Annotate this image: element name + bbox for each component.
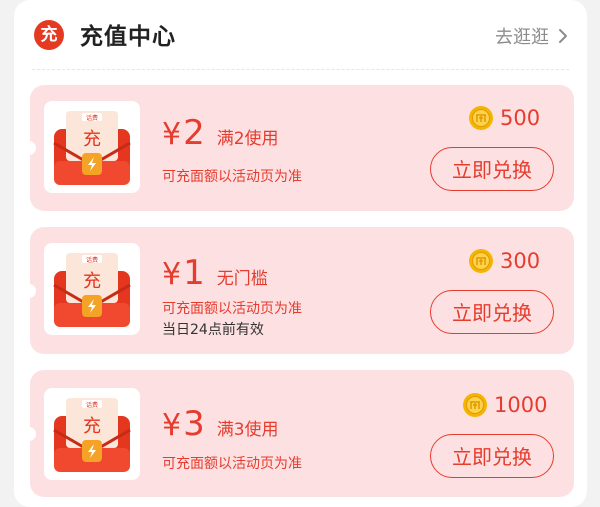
usage-condition: 满2使用 [216,129,279,149]
browse-link-label: 去逛逛 [495,27,549,48]
coupon-description: 可充面额以活动页为准 [162,301,302,317]
coin-price: 500 [468,105,540,131]
redeem-button[interactable]: 立即兑换 [430,147,554,191]
coin-price: 1000 [462,392,547,418]
validity-note: 当日24点前有效 [162,322,264,338]
browse-link[interactable]: 去逛逛 [495,23,569,49]
coupon-card: 话费 充 ¥ 2 满2使用 可充面额以活动页为准 500 立即兑换 [30,85,574,211]
thumb-tag: 话费 [86,256,98,264]
thumb-label: 充 [83,416,101,437]
redeem-button[interactable]: 立即兑换 [430,290,554,334]
recharge-badge-icon: 充 [34,20,64,50]
divider [32,69,569,70]
coin-amount: 500 [500,106,541,130]
red-envelope-icon: 话费 充 [53,111,131,185]
coupon-description: 可充面额以活动页为准 [162,169,302,185]
amount-value: 1 [183,253,205,293]
redeem-button[interactable]: 立即兑换 [430,434,554,478]
coin-price: 300 [468,248,540,274]
amount-value: 2 [183,113,205,153]
usage-condition: 无门槛 [216,269,268,289]
coupon-amount: ¥ 1 无门槛 [162,253,268,293]
thumb-label: 充 [83,271,101,292]
coupon-card: 话费 充 ¥ 3 满3使用 可充面额以活动页为准 1000 立即兑换 [30,370,574,497]
coin-icon [469,249,493,273]
chevron-right-icon [559,29,567,43]
thumb-tag: 话费 [86,114,98,122]
coin-amount: 300 [500,249,541,273]
coupon-thumbnail: 话费 充 [44,388,140,480]
coupon-card: 话费 充 ¥ 1 无门槛 可充面额以活动页为准 当日24点前有效 300 立即兑… [30,227,574,354]
coupon-thumbnail: 话费 充 [44,243,140,335]
coupon-description: 可充面额以活动页为准 [162,456,302,472]
thumb-tag: 话费 [86,401,98,409]
coin-amount: 1000 [494,393,548,417]
currency-symbol: ¥ [162,117,182,152]
coin-icon [463,393,487,417]
usage-condition: 满3使用 [216,420,279,440]
header: 充 充值中心 去逛逛 [14,0,587,70]
coupon-thumbnail: 话费 充 [44,101,140,193]
red-envelope-icon: 话费 充 [53,398,131,472]
coin-icon [469,106,493,130]
currency-symbol: ¥ [162,408,182,443]
thumb-label: 充 [83,129,101,150]
currency-symbol: ¥ [162,257,182,292]
coupon-amount: ¥ 2 满2使用 [162,113,279,153]
recharge-center-panel: 充 充值中心 去逛逛 话费 充 ¥ 2 满2使用 可充面额以活动页为准 500 … [14,0,587,507]
coupon-amount: ¥ 3 满3使用 [162,404,279,444]
amount-value: 3 [183,404,205,444]
page-title: 充值中心 [80,24,176,50]
red-envelope-icon: 话费 充 [53,253,131,327]
